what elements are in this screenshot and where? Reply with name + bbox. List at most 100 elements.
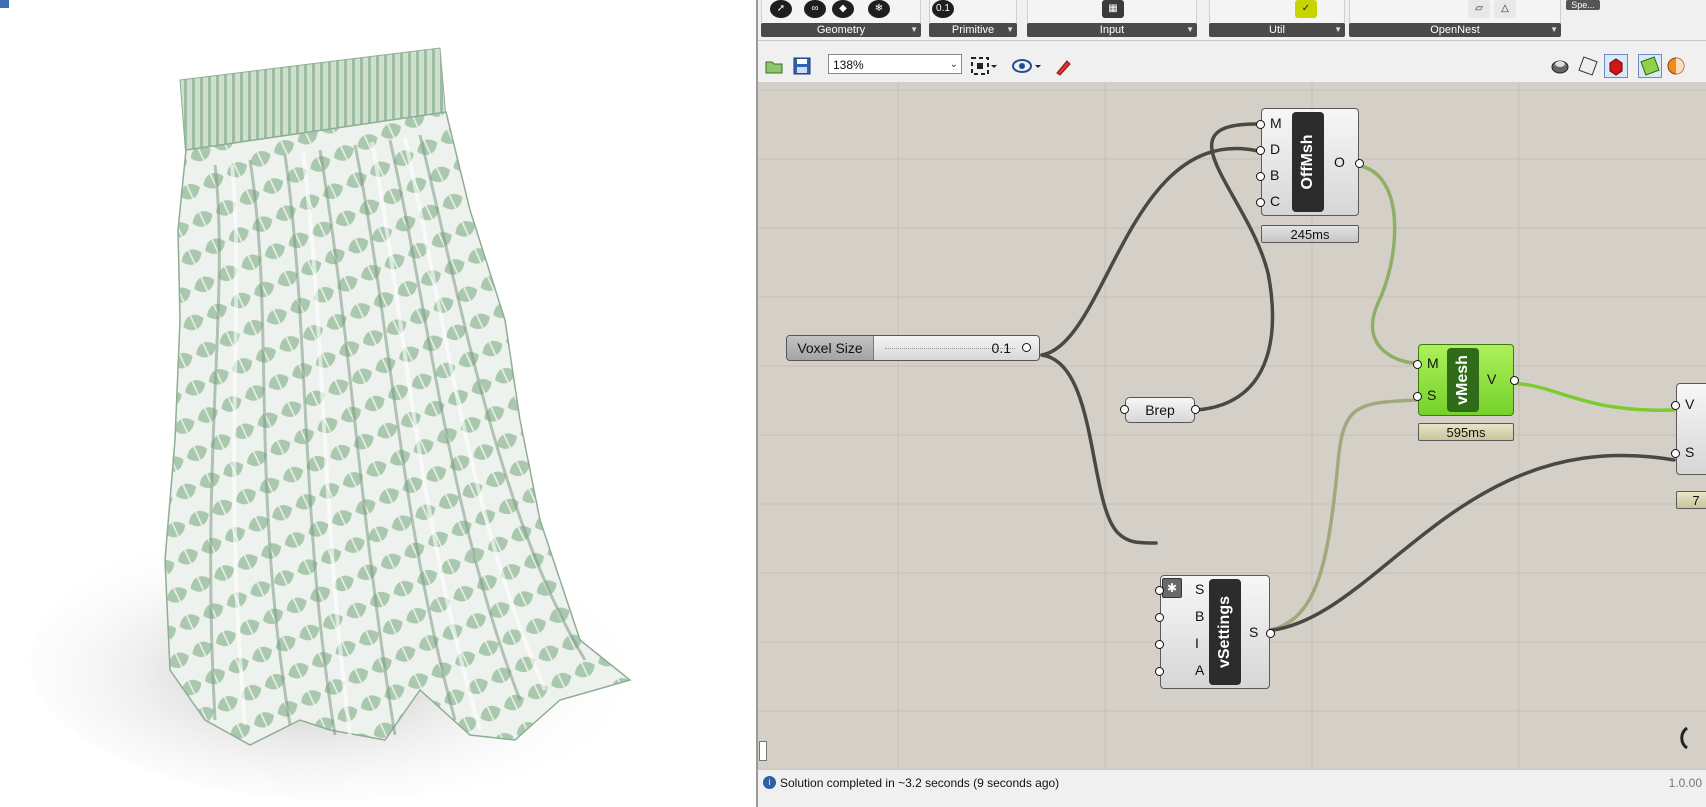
input-grip[interactable] (1256, 172, 1265, 181)
surface-param-icon[interactable]: ◆ (832, 0, 854, 18)
wire-vmesh-out (1504, 381, 1676, 412)
ribbon-icons: ▱ △ (1349, 0, 1561, 24)
input-grip[interactable] (1256, 198, 1265, 207)
input-s: S (1427, 387, 1437, 403)
component-nickname: OffMsh (1292, 112, 1324, 212)
ribbon-icons: ▦ (1027, 0, 1197, 24)
input-b: B (1195, 608, 1205, 624)
ribbon-icons: 0.1 (929, 0, 1017, 24)
output-grip[interactable] (1266, 629, 1275, 638)
zoom-select[interactable]: 138% ⌄ (828, 54, 962, 74)
expand-arrow-icon[interactable]: ▼ (910, 23, 918, 37)
nest-sheet-icon[interactable]: ▱ (1468, 0, 1490, 18)
input-grip[interactable] (1120, 405, 1129, 414)
sketch-button[interactable] (1052, 54, 1076, 78)
preview-toggle-icon (1640, 56, 1660, 76)
input-i: I (1195, 635, 1199, 651)
ribbon-icons: ✓ (1209, 0, 1345, 24)
brep-label: Brep (1145, 402, 1175, 418)
ribbon-group-opennest[interactable]: ▱ △ OpenNest ▼ (1349, 0, 1561, 38)
document-preview-button[interactable] (1638, 54, 1662, 78)
vmesh-component[interactable]: M S vMesh V (1413, 344, 1519, 416)
input-grip[interactable] (1155, 613, 1164, 622)
point-param-icon[interactable]: ➚ (770, 0, 792, 18)
curve-param-icon[interactable]: ∞ (804, 0, 826, 18)
nest-shape-icon[interactable]: △ (1494, 0, 1516, 18)
render-viewport[interactable] (0, 0, 756, 807)
expand-arrow-icon[interactable]: ▼ (1334, 23, 1342, 37)
offmsh-component[interactable]: M D B C OffMsh O (1256, 108, 1364, 216)
grasshopper-editor: ➚ ∞ ◆ ❄ Geometry ▼ 0.1 Primitive ▼ ▦ Input… (758, 0, 1706, 807)
preview-mode-button[interactable] (1010, 54, 1041, 78)
output-v: V (1487, 371, 1497, 387)
pen-icon (1056, 60, 1071, 76)
shaded-preview-icon (1551, 60, 1569, 74)
chevron-down-icon: ⌄ (949, 59, 958, 70)
output-s: S (1249, 624, 1259, 640)
vsettings-component[interactable]: ✱ S B I A vSettings S (1155, 575, 1275, 689)
eye-icon (1012, 59, 1041, 73)
ribbon-group-input[interactable]: ▦ Input ▼ (1027, 0, 1197, 38)
ribbon-label: OpenNest ▼ (1349, 23, 1561, 37)
mesh-param-icon[interactable]: ❄ (868, 0, 890, 18)
slider-value: 0.1 (991, 340, 1011, 356)
component-nickname: vSettings (1209, 579, 1241, 685)
expand-arrow-icon[interactable]: ▼ (1006, 23, 1014, 37)
preview-wire-button[interactable] (1576, 54, 1600, 78)
version-label: 1.0.00 (1668, 776, 1702, 790)
output-grip[interactable] (1022, 343, 1031, 352)
open-file-button[interactable] (762, 54, 786, 78)
canvas-scroll-handle[interactable] (759, 741, 767, 761)
draped-cloth-render (30, 47, 650, 800)
input-grip[interactable] (1256, 146, 1265, 155)
gh-canvas[interactable]: Voxel Size 0.1 Brep M D B C OffMsh O 245… (758, 83, 1706, 769)
input-grip[interactable] (1671, 449, 1680, 458)
component-nickname: vMesh (1447, 348, 1479, 412)
input-grip[interactable] (1413, 392, 1422, 401)
partial-component[interactable]: V S (1671, 383, 1706, 475)
expand-arrow-icon[interactable]: ▼ (1550, 23, 1558, 37)
gumball-button[interactable] (1664, 54, 1688, 78)
component-ribbon: ➚ ∞ ◆ ❄ Geometry ▼ 0.1 Primitive ▼ ▦ Input… (758, 0, 1706, 41)
ribbon-group-primitive[interactable]: 0.1 Primitive ▼ (929, 0, 1017, 38)
ribbon-icons: ➚ ∞ ◆ ❄ (761, 0, 921, 24)
vmesh-timer: 595ms (1418, 423, 1514, 441)
folder-icon (765, 61, 783, 74)
input-grip[interactable] (1413, 360, 1422, 369)
voxel-size-slider[interactable]: Voxel Size 0.1 (786, 335, 1040, 361)
partial-component-timer: 7 (1676, 491, 1706, 509)
offmsh-timer: 245ms (1261, 225, 1359, 243)
zoom-extents-button[interactable] (968, 54, 997, 78)
info-icon: i (763, 776, 776, 789)
output-grip[interactable] (1355, 159, 1364, 168)
input-m: M (1270, 115, 1282, 131)
input-grip[interactable] (1155, 640, 1164, 649)
ribbon-label: Geometry ▼ (761, 23, 921, 37)
brep-param[interactable]: Brep (1120, 397, 1200, 423)
save-file-button[interactable] (790, 54, 814, 78)
output-o: O (1334, 154, 1345, 170)
input-v: V (1685, 396, 1695, 412)
preview-shaded-button[interactable] (1548, 54, 1572, 78)
input-c: C (1270, 193, 1281, 209)
slider-input-icon[interactable]: ▦ (1102, 0, 1124, 18)
number-param-icon[interactable]: 0.1 (932, 0, 954, 18)
input-grip[interactable] (1155, 586, 1164, 595)
expand-arrow-icon[interactable]: ▼ (1186, 23, 1194, 37)
output-grip[interactable] (1510, 376, 1519, 385)
output-grip[interactable] (1191, 405, 1200, 414)
ribbon-tab-partial[interactable]: Spe... (1566, 0, 1600, 10)
status-bar: i Solution completed in ~3.2 seconds (9 … (758, 769, 1706, 807)
ribbon-group-util[interactable]: ✓ Util ▼ (1209, 0, 1345, 38)
input-grip[interactable] (1256, 120, 1265, 129)
sphere-icon (1667, 57, 1685, 75)
input-b: B (1270, 167, 1280, 183)
util-component-icon[interactable]: ✓ (1295, 0, 1317, 18)
input-grip[interactable] (1671, 401, 1680, 410)
ribbon-label: Primitive ▼ (929, 23, 1017, 37)
preview-selected-button[interactable] (1604, 54, 1628, 78)
asterisk-icon: ✱ (1162, 578, 1182, 598)
status-message: Solution completed in ~3.2 seconds (9 se… (780, 776, 1060, 790)
ribbon-group-geometry[interactable]: ➚ ∞ ◆ ❄ Geometry ▼ (761, 0, 921, 38)
input-grip[interactable] (1155, 667, 1164, 676)
